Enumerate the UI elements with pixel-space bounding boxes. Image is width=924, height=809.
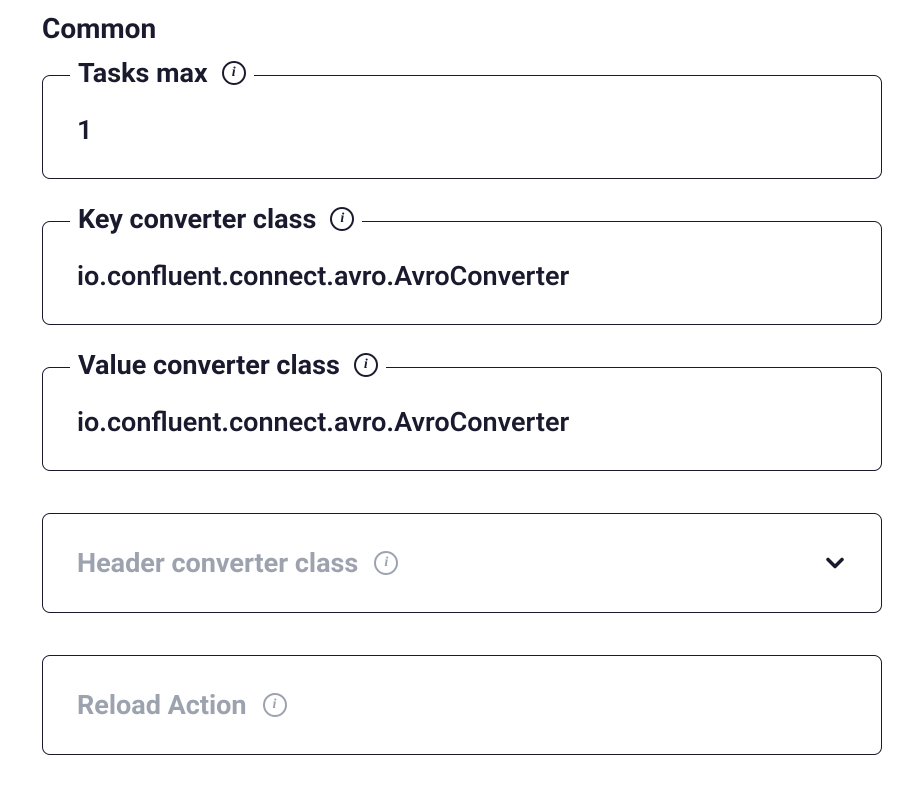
label-value-converter: Value converter class [78, 349, 340, 381]
chevron-down-icon [821, 549, 849, 577]
value-converter-input[interactable] [77, 406, 847, 438]
reload-action-input-box[interactable]: Reload Action i [42, 655, 882, 755]
field-value-converter: Value converter class i [42, 367, 882, 471]
placeholder-header-converter: Header converter class i [77, 547, 847, 579]
info-icon[interactable]: i [354, 353, 378, 377]
key-converter-input[interactable] [77, 260, 847, 292]
label-reload-action: Reload Action [77, 689, 247, 721]
field-tasks-max: Tasks max i [42, 75, 882, 179]
info-icon[interactable]: i [374, 551, 398, 575]
section-title-common: Common [42, 12, 882, 45]
field-legend-key-converter: Key converter class i [70, 203, 362, 235]
info-icon[interactable]: i [263, 693, 287, 717]
header-converter-select[interactable]: Header converter class i [42, 513, 882, 613]
field-legend-value-converter: Value converter class i [70, 349, 386, 381]
field-box-value-converter [42, 367, 882, 471]
tasks-max-input[interactable] [77, 114, 847, 146]
label-header-converter: Header converter class [77, 547, 358, 579]
field-reload-action: Reload Action i [42, 655, 882, 755]
label-tasks-max: Tasks max [78, 57, 208, 89]
field-box-key-converter [42, 221, 882, 325]
placeholder-reload-action: Reload Action i [77, 689, 847, 721]
label-key-converter: Key converter class [78, 203, 316, 235]
field-header-converter: Header converter class i [42, 513, 882, 613]
field-box-tasks-max [42, 75, 882, 179]
field-legend-tasks-max: Tasks max i [70, 57, 254, 89]
info-icon[interactable]: i [330, 207, 354, 231]
info-icon[interactable]: i [222, 61, 246, 85]
field-key-converter: Key converter class i [42, 221, 882, 325]
